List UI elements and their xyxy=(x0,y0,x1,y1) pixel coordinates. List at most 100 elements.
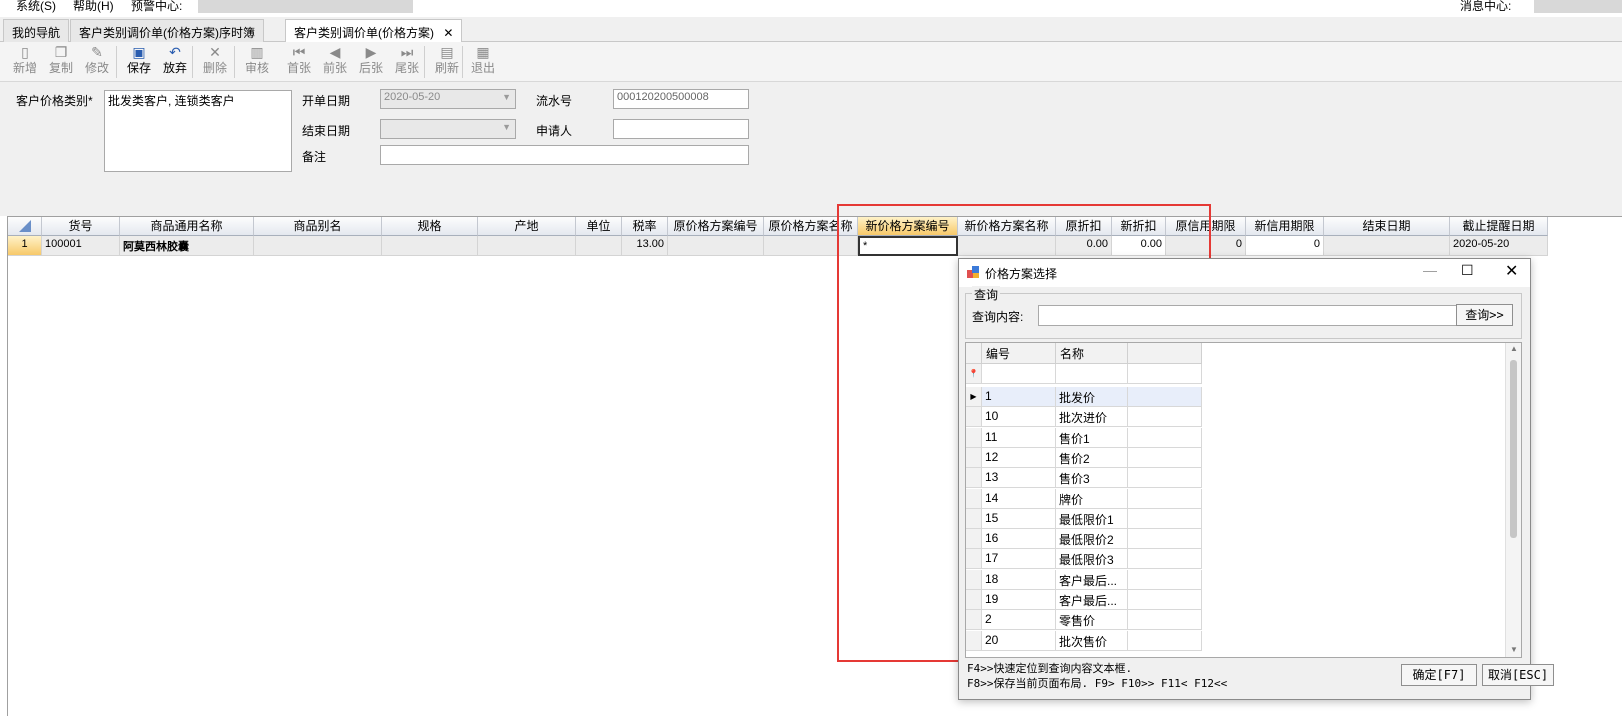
list-cell-code[interactable]: 2 xyxy=(982,610,1056,631)
tab-my-navigation[interactable]: 我的导航 xyxy=(3,19,70,42)
edit-button[interactable]: ✎ 修改 xyxy=(80,43,114,81)
row-indicator[interactable] xyxy=(966,468,982,489)
row-indicator[interactable] xyxy=(966,488,982,509)
list-cell-code[interactable]: 10 xyxy=(982,407,1056,428)
save-button[interactable]: ▣ 保存 xyxy=(122,43,156,81)
scroll-down-icon[interactable]: ▼ xyxy=(1510,645,1518,654)
list-cell-name[interactable]: 客户最后... xyxy=(1056,590,1128,610)
first-button[interactable]: ⏮ 首张 xyxy=(282,43,316,81)
list-cell-name[interactable]: 批次进价 xyxy=(1056,407,1128,428)
undo-button[interactable]: ↶ 放弃 xyxy=(158,43,192,81)
list-cell-name[interactable]: 售价1 xyxy=(1056,427,1128,448)
row-number[interactable]: 1 xyxy=(8,236,42,256)
list-cell-blank[interactable] xyxy=(1128,447,1202,468)
grid-cell-2[interactable] xyxy=(254,236,382,256)
row-indicator[interactable] xyxy=(966,407,982,428)
list-cell-code[interactable]: 19 xyxy=(982,590,1056,610)
cancel-button[interactable]: 取消[ESC] xyxy=(1482,664,1554,686)
list-cell-blank[interactable] xyxy=(1128,590,1202,610)
scrollbar-thumb[interactable] xyxy=(1510,360,1517,538)
grid-header-6[interactable]: 税率 xyxy=(622,217,668,236)
delete-button[interactable]: ✕ 删除 xyxy=(198,43,232,81)
grid-cell-14[interactable]: 0 xyxy=(1246,236,1324,256)
list-cell-code[interactable]: 20 xyxy=(982,630,1056,651)
grid-header-0[interactable]: 货号 xyxy=(42,217,120,236)
grid-header-16[interactable]: 截止提醒日期 xyxy=(1450,217,1548,236)
row-indicator[interactable] xyxy=(966,630,982,651)
grid-corner[interactable] xyxy=(8,217,42,236)
list-cell-name[interactable]: 牌价 xyxy=(1056,488,1128,509)
list-cell-code[interactable]: 12 xyxy=(982,447,1056,468)
list-cell-name[interactable]: 售价3 xyxy=(1056,468,1128,489)
list-cell-code[interactable]: 14 xyxy=(982,488,1056,509)
list-cell-blank[interactable] xyxy=(1128,529,1202,550)
tab-price-list-edit[interactable]: 客户类别调价单(价格方案) ✕ xyxy=(285,19,463,43)
menu-help[interactable]: 帮助(H) xyxy=(73,0,114,14)
query-button[interactable]: 查询>> xyxy=(1456,304,1513,326)
close-icon[interactable]: ✕ xyxy=(1505,261,1518,281)
list-cell-blank[interactable] xyxy=(1128,630,1202,651)
list-cell-blank[interactable] xyxy=(1128,549,1202,570)
grid-cell-3[interactable] xyxy=(382,236,478,256)
list-cell-name[interactable]: 最低限价2 xyxy=(1056,529,1128,550)
grid-header-14[interactable]: 新信用期限 xyxy=(1246,217,1324,236)
row-indicator[interactable] xyxy=(966,549,982,570)
start-date-field[interactable]: 2020-05-20 ▼ xyxy=(380,89,516,109)
ok-button[interactable]: 确定[F7] xyxy=(1401,664,1477,686)
row-indicator[interactable] xyxy=(966,610,982,631)
list-cell-code[interactable]: 1 xyxy=(982,387,1056,407)
grid-header-1[interactable]: 商品通用名称 xyxy=(120,217,254,236)
filter-cell[interactable] xyxy=(1128,364,1202,384)
list-cell-name[interactable]: 售价2 xyxy=(1056,447,1128,468)
applicant-field[interactable] xyxy=(613,119,749,139)
grid-cell-5[interactable] xyxy=(576,236,622,256)
list-cell-code[interactable]: 16 xyxy=(982,529,1056,550)
row-indicator[interactable] xyxy=(966,508,982,529)
grid-cell-0[interactable]: 100001 xyxy=(42,236,120,256)
current-row-icon[interactable]: ▶ xyxy=(966,387,982,407)
tab-price-list-journal[interactable]: 客户类别调价单(价格方案)序时簿 xyxy=(70,19,264,42)
list-header-0[interactable]: 编号 xyxy=(982,343,1056,364)
next-button[interactable]: ▶ 后张 xyxy=(354,43,388,81)
remark-field[interactable] xyxy=(380,145,749,165)
menu-system[interactable]: 系统(S) xyxy=(16,0,56,14)
grid-cell-4[interactable] xyxy=(478,236,576,256)
row-indicator[interactable] xyxy=(966,569,982,590)
filter-cell[interactable] xyxy=(1056,364,1128,384)
row-indicator[interactable] xyxy=(966,529,982,550)
grid-cell-1[interactable]: 阿莫西林胶囊 xyxy=(120,236,254,256)
list-cell-code[interactable]: 13 xyxy=(982,468,1056,489)
list-cell-name[interactable]: 批发价 xyxy=(1056,387,1128,407)
new-doc-button[interactable]: ▯ 新增 xyxy=(8,43,42,81)
row-indicator[interactable] xyxy=(966,447,982,468)
list-cell-blank[interactable] xyxy=(1128,508,1202,529)
list-cell-name[interactable]: 最低限价1 xyxy=(1056,508,1128,529)
list-cell-name[interactable]: 零售价 xyxy=(1056,610,1128,631)
audit-button[interactable]: ▥ 审核 xyxy=(240,43,274,81)
last-button[interactable]: ⏭ 尾张 xyxy=(390,43,424,81)
maximize-icon[interactable]: ☐ xyxy=(1461,262,1474,279)
list-cell-blank[interactable] xyxy=(1128,610,1202,631)
vertical-scrollbar[interactable]: ▲ ▼ xyxy=(1505,343,1521,657)
exit-button[interactable]: ▦ 退出 xyxy=(466,43,500,81)
serial-field[interactable]: 000120200500008 xyxy=(613,89,749,109)
prev-button[interactable]: ◀ 前张 xyxy=(318,43,352,81)
filter-cell[interactable] xyxy=(982,364,1056,384)
list-cell-blank[interactable] xyxy=(1128,468,1202,489)
grid-cell-7[interactable] xyxy=(668,236,764,256)
copy-button[interactable]: ❐ 复制 xyxy=(44,43,78,81)
list-cell-blank[interactable] xyxy=(1128,569,1202,590)
scroll-up-icon[interactable]: ▲ xyxy=(1510,344,1518,353)
grid-cell-16[interactable]: 2020-05-20 xyxy=(1450,236,1548,256)
customer-category-field[interactable]: 批发类客户, 连锁类客户 xyxy=(104,90,292,172)
list-cell-blank[interactable] xyxy=(1128,488,1202,509)
list-header-blank[interactable] xyxy=(1128,343,1202,364)
query-input[interactable] xyxy=(1038,305,1474,326)
list-cell-code[interactable]: 18 xyxy=(982,569,1056,590)
grid-cell-6[interactable]: 13.00 xyxy=(622,236,668,256)
row-indicator[interactable] xyxy=(966,427,982,448)
grid-header-3[interactable]: 规格 xyxy=(382,217,478,236)
minimize-icon[interactable]: — xyxy=(1423,262,1437,278)
list-cell-code[interactable]: 15 xyxy=(982,508,1056,529)
list-cell-name[interactable]: 批次售价 xyxy=(1056,630,1128,651)
